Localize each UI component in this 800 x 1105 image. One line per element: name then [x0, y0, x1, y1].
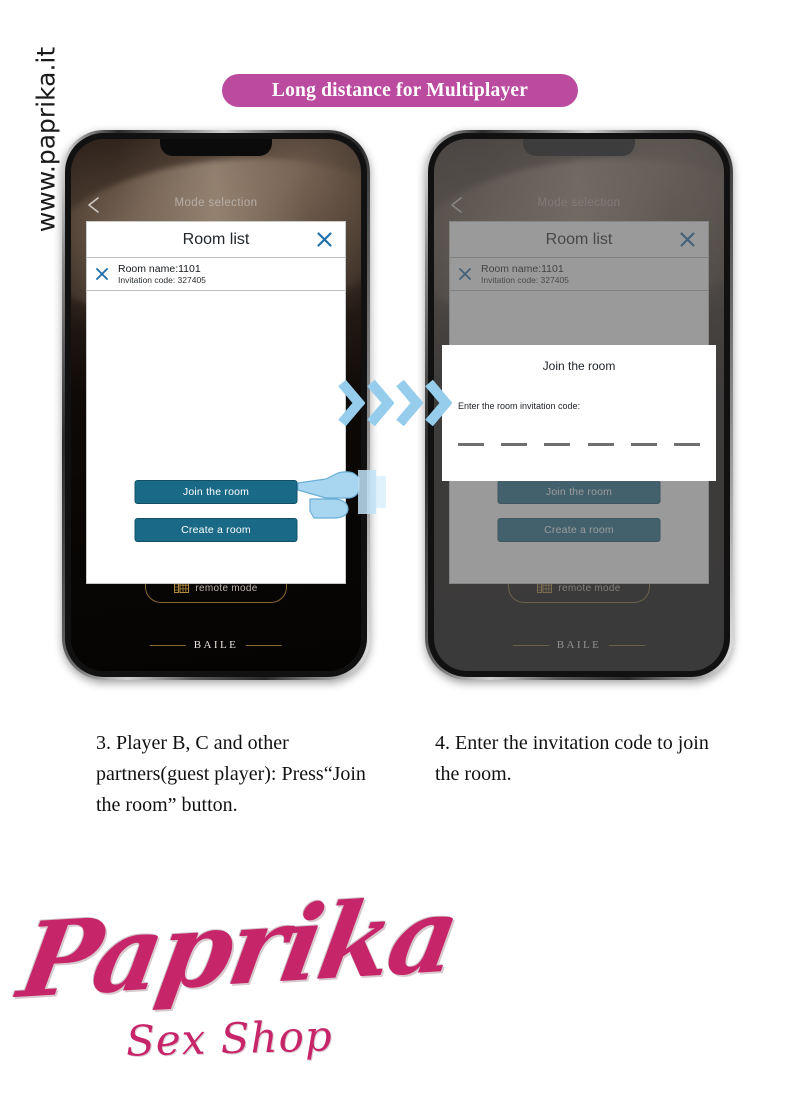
brand-footer: BAILE: [149, 639, 283, 651]
step-3-caption: 3. Player B, C and other partners(guest …: [96, 732, 366, 816]
phone-screen-right: Mode selection Room list: [434, 139, 724, 671]
website-url-watermark: www.paprika.it: [31, 46, 61, 233]
chevron-right-icon: [425, 378, 453, 433]
chevron-right-icon: [396, 378, 424, 433]
chevron-right-icon: [338, 378, 366, 433]
code-slot[interactable]: [458, 443, 484, 446]
phone-mockup-left: Mode selection Room list Room name:1101 …: [62, 130, 370, 680]
close-icon[interactable]: [316, 231, 333, 248]
room-list-title: Room list: [182, 230, 250, 248]
paprika-logo: Paprika Sex Shop: [11, 873, 465, 1076]
invitation-code-input[interactable]: [458, 443, 700, 446]
section-banner: Long distance for Multiplayer: [222, 74, 578, 107]
flow-arrows: [338, 379, 454, 431]
table-row[interactable]: Room name:1101 Invitation code: 327405: [87, 258, 345, 291]
brand-name: BAILE: [193, 639, 239, 651]
join-room-dialog: Join the room Enter the room invitation …: [442, 345, 716, 481]
code-slot[interactable]: [501, 443, 528, 446]
divider-right: [246, 644, 283, 646]
paprika-wordmark: Paprika: [10, 873, 466, 1022]
phone-bezel: Mode selection Room list: [425, 130, 733, 680]
create-a-room-button-label: Create a room: [181, 524, 251, 536]
chevron-right-icon: [367, 378, 395, 433]
phone-bezel: Mode selection Room list: [62, 130, 370, 680]
paprika-tagline: Sex Shop: [125, 1011, 334, 1066]
room-name-label: Room name:1101: [118, 262, 201, 275]
app-topbar: Mode selection: [71, 193, 361, 219]
close-icon[interactable]: [95, 267, 109, 281]
app-screen-title: Mode selection: [174, 197, 258, 209]
pointing-hand-icon: [296, 466, 388, 524]
room-list-header: Room list: [87, 222, 345, 258]
remote-mode-label: remote mode: [195, 583, 258, 594]
code-slot[interactable]: [544, 443, 571, 446]
invitation-code-prompt: Enter the room invitation code:: [458, 401, 581, 411]
create-a-room-button[interactable]: Create a room: [134, 518, 298, 542]
code-slot[interactable]: [673, 443, 700, 446]
join-the-room-button-label: Join the room: [182, 486, 250, 498]
phone-screen-left: Mode selection Room list Room name:1101 …: [71, 139, 361, 671]
banner-title: Long distance for Multiplayer: [271, 79, 529, 101]
step-4-caption: 4. Enter the invitation code to join the…: [435, 732, 709, 785]
divider-left: [149, 644, 186, 646]
invitation-code-label: Invitation code: 327405: [118, 274, 206, 285]
join-the-room-button[interactable]: Join the room: [134, 480, 298, 504]
code-slot[interactable]: [587, 443, 614, 446]
phone-notch: [160, 139, 272, 156]
join-room-dialog-title: Join the room: [542, 359, 616, 373]
code-slot[interactable]: [630, 443, 657, 446]
phone-mockup-right: Mode selection Room list: [425, 130, 733, 680]
